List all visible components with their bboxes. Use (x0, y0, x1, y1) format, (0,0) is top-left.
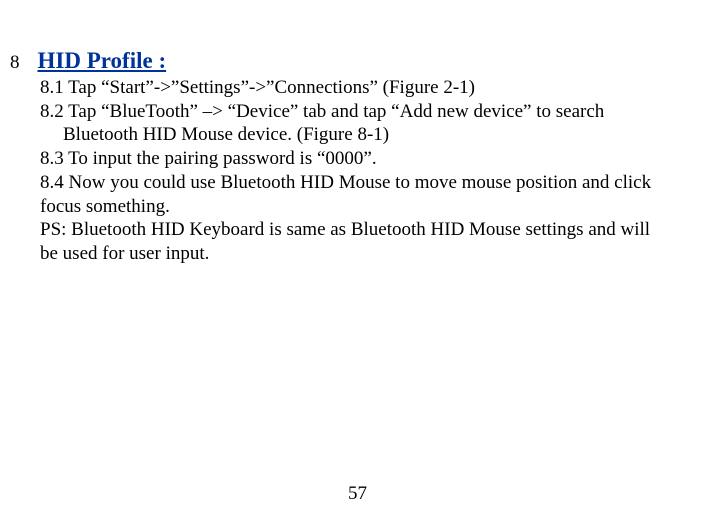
section-number: 8 (10, 51, 20, 75)
page-number: 57 (0, 482, 715, 506)
step-8-3: 8.3 To input the pairing password is “00… (40, 147, 715, 171)
content-block: 8.1 Tap “Start”->”Settings”->”Connection… (0, 76, 715, 266)
ps-note: PS: Bluetooth HID Keyboard is same as Bl… (40, 218, 715, 242)
step-8-4: 8.4 Now you could use Bluetooth HID Mous… (40, 171, 715, 195)
step-8-2: 8.2 Tap “BlueTooth” –> “Device” tab and … (40, 100, 715, 124)
section-title: HID Profile : (38, 47, 167, 76)
step-8-2-cont: Bluetooth HID Mouse device. (Figure 8-1) (40, 123, 715, 147)
step-8-1: 8.1 Tap “Start”->”Settings”->”Connection… (40, 76, 715, 100)
ps-note-cont: be used for user input. (40, 242, 715, 266)
step-8-4-cont: focus something. (40, 195, 715, 219)
heading-line: 8 HID Profile : (0, 47, 715, 76)
